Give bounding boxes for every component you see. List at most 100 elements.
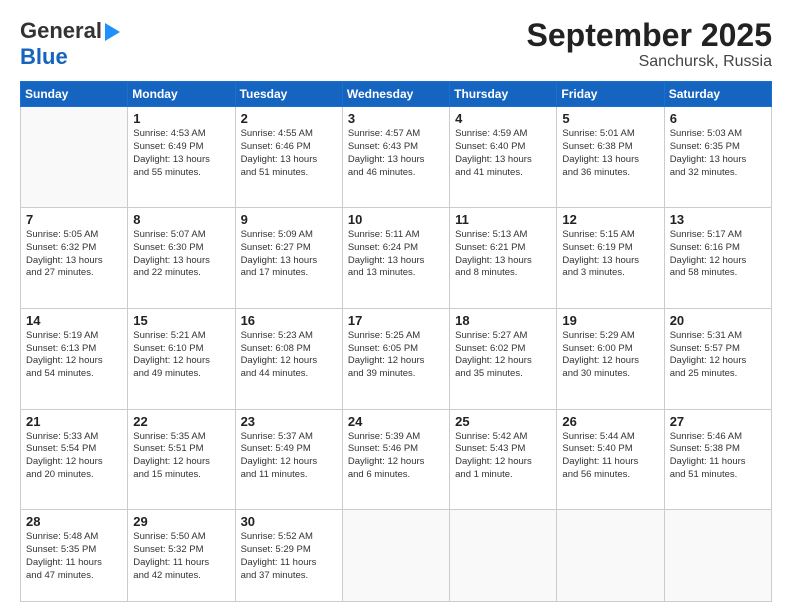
day-number: 17 <box>348 313 444 328</box>
day-number: 13 <box>670 212 766 227</box>
table-row: 1 Sunrise: 4:53 AM Sunset: 6:49 PM Daylig… <box>128 107 235 208</box>
day-info: Sunrise: 5:29 AM Sunset: 6:00 PM Dayligh… <box>562 330 658 381</box>
calendar-header-row: Sunday Monday Tuesday Wednesday Thursday… <box>21 82 772 107</box>
table-row <box>21 107 128 208</box>
day-number: 25 <box>455 414 551 429</box>
table-row: 7Sunrise: 5:05 AM Sunset: 6:32 PM Daylig… <box>21 207 128 308</box>
header-sunday: Sunday <box>21 82 128 107</box>
title-block: September 2025 Sanchursk, Russia <box>527 18 772 71</box>
day-number: 20 <box>670 313 766 328</box>
table-row <box>557 510 664 602</box>
day-number: 29 <box>133 514 229 529</box>
day-number: 22 <box>133 414 229 429</box>
day-info: Sunrise: 5:19 AM Sunset: 6:13 PM Dayligh… <box>26 330 122 381</box>
day-number: 8 <box>133 212 229 227</box>
day-info: Sunrise: 5:52 AM Sunset: 5:29 PM Dayligh… <box>241 531 337 582</box>
day-number: 14 <box>26 313 122 328</box>
logo-blue: Blue <box>20 44 68 69</box>
table-row: 24 Sunrise: 5:39 AM Sunset: 5:46 PM Dayli… <box>342 409 449 510</box>
day-info: Sunrise: 5:42 AM Sunset: 5:43 PM Dayligh… <box>455 431 551 482</box>
table-row <box>342 510 449 602</box>
header-wednesday: Wednesday <box>342 82 449 107</box>
table-row: 25 Sunrise: 5:42 AM Sunset: 5:43 PM Dayli… <box>450 409 557 510</box>
day-info: Sunrise: 5:15 AM Sunset: 6:19 PM Dayligh… <box>562 229 658 280</box>
logo-general: General <box>20 18 102 44</box>
table-row: 22Sunrise: 5:35 AM Sunset: 5:51 PM Dayli… <box>128 409 235 510</box>
day-number: 6 <box>670 111 766 126</box>
logo: General Blue <box>20 18 120 70</box>
day-info: Sunrise: 5:09 AM Sunset: 6:27 PM Dayligh… <box>241 229 337 280</box>
day-number: 10 <box>348 212 444 227</box>
day-info: Sunrise: 5:37 AM Sunset: 5:49 PM Dayligh… <box>241 431 337 482</box>
table-row: 9 Sunrise: 5:09 AM Sunset: 6:27 PM Daylig… <box>235 207 342 308</box>
header: General Blue September 2025 Sanchursk, R… <box>20 18 772 71</box>
day-info: Sunrise: 4:55 AM Sunset: 6:46 PM Dayligh… <box>241 128 337 179</box>
table-row: 17 Sunrise: 5:25 AM Sunset: 6:05 PM Dayli… <box>342 308 449 409</box>
table-row: 30 Sunrise: 5:52 AM Sunset: 5:29 PM Dayli… <box>235 510 342 602</box>
day-number: 1 <box>133 111 229 126</box>
day-info: Sunrise: 5:21 AM Sunset: 6:10 PM Dayligh… <box>133 330 229 381</box>
day-number: 4 <box>455 111 551 126</box>
day-number: 30 <box>241 514 337 529</box>
table-row: 5Sunrise: 5:01 AM Sunset: 6:38 PM Daylig… <box>557 107 664 208</box>
day-number: 5 <box>562 111 658 126</box>
header-monday: Monday <box>128 82 235 107</box>
day-number: 27 <box>670 414 766 429</box>
table-row: 26Sunrise: 5:44 AM Sunset: 5:40 PM Dayli… <box>557 409 664 510</box>
day-number: 16 <box>241 313 337 328</box>
calendar-subtitle: Sanchursk, Russia <box>527 53 772 71</box>
header-friday: Friday <box>557 82 664 107</box>
day-number: 18 <box>455 313 551 328</box>
table-row: 11 Sunrise: 5:13 AM Sunset: 6:21 PM Dayli… <box>450 207 557 308</box>
header-saturday: Saturday <box>664 82 771 107</box>
table-row: 2Sunrise: 4:55 AM Sunset: 6:46 PM Daylig… <box>235 107 342 208</box>
day-info: Sunrise: 5:25 AM Sunset: 6:05 PM Dayligh… <box>348 330 444 381</box>
table-row: 10 Sunrise: 5:11 AM Sunset: 6:24 PM Dayli… <box>342 207 449 308</box>
day-info: Sunrise: 5:46 AM Sunset: 5:38 PM Dayligh… <box>670 431 766 482</box>
table-row: 27 Sunrise: 5:46 AM Sunset: 5:38 PM Dayli… <box>664 409 771 510</box>
day-number: 19 <box>562 313 658 328</box>
table-row: 6 Sunrise: 5:03 AM Sunset: 6:35 PM Daylig… <box>664 107 771 208</box>
table-row: 15 Sunrise: 5:21 AM Sunset: 6:10 PM Dayli… <box>128 308 235 409</box>
day-info: Sunrise: 5:31 AM Sunset: 5:57 PM Dayligh… <box>670 330 766 381</box>
table-row: 16Sunrise: 5:23 AM Sunset: 6:08 PM Dayli… <box>235 308 342 409</box>
day-info: Sunrise: 5:39 AM Sunset: 5:46 PM Dayligh… <box>348 431 444 482</box>
header-thursday: Thursday <box>450 82 557 107</box>
calendar-table: Sunday Monday Tuesday Wednesday Thursday… <box>20 81 772 602</box>
table-row: 13Sunrise: 5:17 AM Sunset: 6:16 PM Dayli… <box>664 207 771 308</box>
day-number: 7 <box>26 212 122 227</box>
day-number: 9 <box>241 212 337 227</box>
table-row: 19 Sunrise: 5:29 AM Sunset: 6:00 PM Dayli… <box>557 308 664 409</box>
day-info: Sunrise: 5:48 AM Sunset: 5:35 PM Dayligh… <box>26 531 122 582</box>
table-row: 14 Sunrise: 5:19 AM Sunset: 6:13 PM Dayli… <box>21 308 128 409</box>
day-info: Sunrise: 5:27 AM Sunset: 6:02 PM Dayligh… <box>455 330 551 381</box>
day-info: Sunrise: 5:03 AM Sunset: 6:35 PM Dayligh… <box>670 128 766 179</box>
day-number: 24 <box>348 414 444 429</box>
day-info: Sunrise: 5:13 AM Sunset: 6:21 PM Dayligh… <box>455 229 551 280</box>
day-info: Sunrise: 5:07 AM Sunset: 6:30 PM Dayligh… <box>133 229 229 280</box>
day-info: Sunrise: 5:44 AM Sunset: 5:40 PM Dayligh… <box>562 431 658 482</box>
table-row: 28 Sunrise: 5:48 AM Sunset: 5:35 PM Dayli… <box>21 510 128 602</box>
table-row <box>664 510 771 602</box>
day-info: Sunrise: 4:57 AM Sunset: 6:43 PM Dayligh… <box>348 128 444 179</box>
day-number: 11 <box>455 212 551 227</box>
calendar-title: September 2025 <box>527 18 772 53</box>
table-row: 29 Sunrise: 5:50 AM Sunset: 5:32 PM Dayli… <box>128 510 235 602</box>
table-row: 4 Sunrise: 4:59 AM Sunset: 6:40 PM Daylig… <box>450 107 557 208</box>
day-info: Sunrise: 5:50 AM Sunset: 5:32 PM Dayligh… <box>133 531 229 582</box>
header-tuesday: Tuesday <box>235 82 342 107</box>
day-number: 12 <box>562 212 658 227</box>
day-number: 23 <box>241 414 337 429</box>
table-row: 18 Sunrise: 5:27 AM Sunset: 6:02 PM Dayli… <box>450 308 557 409</box>
day-number: 21 <box>26 414 122 429</box>
day-number: 28 <box>26 514 122 529</box>
table-row: 23 Sunrise: 5:37 AM Sunset: 5:49 PM Dayli… <box>235 409 342 510</box>
day-info: Sunrise: 5:11 AM Sunset: 6:24 PM Dayligh… <box>348 229 444 280</box>
day-number: 3 <box>348 111 444 126</box>
day-info: Sunrise: 4:59 AM Sunset: 6:40 PM Dayligh… <box>455 128 551 179</box>
table-row: 20 Sunrise: 5:31 AM Sunset: 5:57 PM Dayli… <box>664 308 771 409</box>
day-info: Sunrise: 4:53 AM Sunset: 6:49 PM Dayligh… <box>133 128 229 179</box>
logo-arrow-icon <box>105 23 120 41</box>
table-row: 12 Sunrise: 5:15 AM Sunset: 6:19 PM Dayli… <box>557 207 664 308</box>
day-number: 15 <box>133 313 229 328</box>
